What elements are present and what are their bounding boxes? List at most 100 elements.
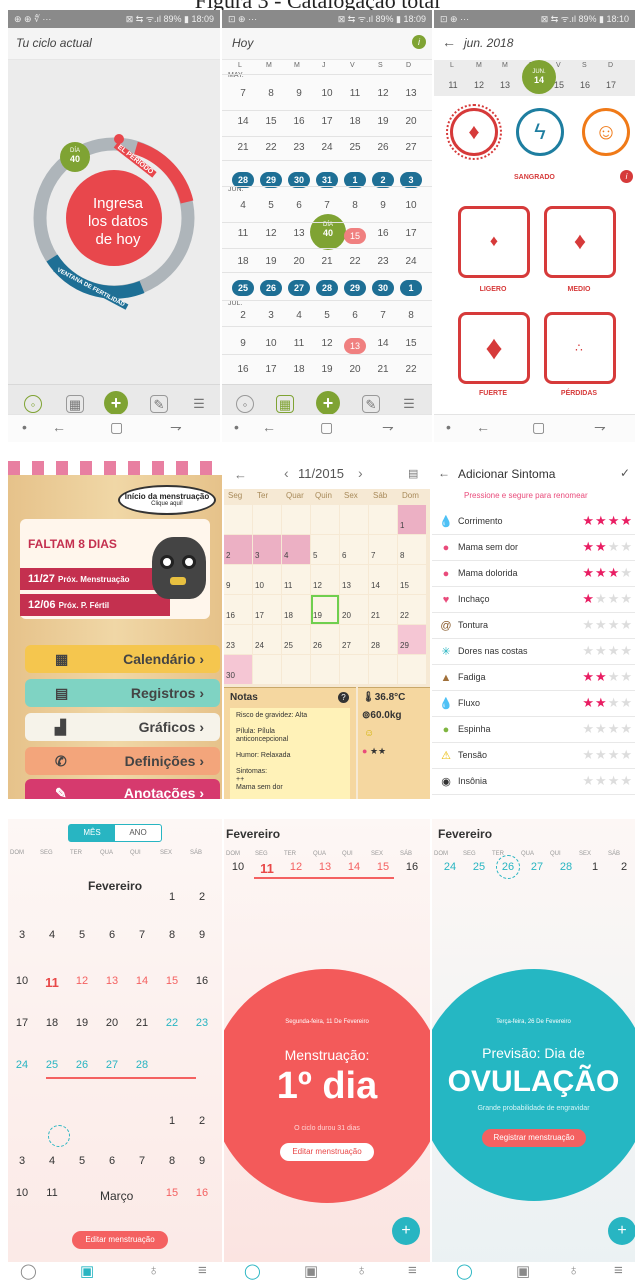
calendar-day[interactable]: 8 xyxy=(400,310,422,321)
calendar-tab-icon[interactable]: ▣ xyxy=(304,1262,318,1280)
calendar-day[interactable]: 16 xyxy=(232,364,254,375)
calendar-day[interactable]: 25 xyxy=(42,1059,62,1071)
calendar-day[interactable]: 14 xyxy=(232,116,254,127)
calendar-day[interactable]: 28 xyxy=(132,1059,152,1071)
fertile-day[interactable]: 26 xyxy=(260,280,282,296)
calendar-day[interactable]: 25 xyxy=(344,142,366,153)
star-icon[interactable]: ★ xyxy=(582,747,595,762)
week-day[interactable]: 12 xyxy=(286,861,306,873)
calendar-day[interactable]: 16 xyxy=(192,975,212,987)
calendar-day[interactable]: 21 xyxy=(132,1017,152,1029)
symptom-row[interactable]: 💧 Corrimento ★★★★ xyxy=(432,509,635,535)
month-cell[interactable]: 2 xyxy=(224,535,252,564)
calendar-day[interactable]: 17 xyxy=(400,228,422,239)
star-icon[interactable]: ★ xyxy=(595,773,608,788)
week-day[interactable]: 13 xyxy=(494,80,516,90)
calendar-day[interactable]: 11 xyxy=(42,975,62,990)
calendar-day[interactable]: 10 xyxy=(12,975,32,987)
calendar-day[interactable]: 17 xyxy=(260,364,282,375)
calendar-day[interactable]: 20 xyxy=(288,256,310,267)
sheet-icon[interactable]: ▤ xyxy=(408,467,418,480)
calendar-day[interactable]: 16 xyxy=(192,1187,212,1199)
calendar-day[interactable]: 12 xyxy=(372,88,394,99)
fertile-day[interactable]: 30 xyxy=(372,280,394,296)
symptom-stars[interactable]: ★★★★ xyxy=(582,617,633,633)
period-day[interactable]: 15 xyxy=(344,228,366,244)
symptom-row[interactable]: ▲ Fadiga ★★★★ xyxy=(432,665,635,691)
calendar-day[interactable]: 18 xyxy=(42,1017,62,1029)
star-icon[interactable]: ★ xyxy=(620,695,633,710)
calendar-day[interactable]: 9 xyxy=(288,88,310,99)
fab-add-button[interactable]: + xyxy=(608,1217,635,1245)
star-icon[interactable]: ★ xyxy=(595,565,608,580)
notes-tab-icon[interactable]: ✎ xyxy=(362,395,380,413)
star-icon[interactable]: ★ xyxy=(582,721,595,736)
calendar-tab-icon[interactable]: ▣ xyxy=(80,1262,94,1280)
month-tab[interactable]: MÊS xyxy=(69,825,115,841)
week-day[interactable]: 13 xyxy=(315,861,335,873)
symptom-row[interactable]: ♥ Inchaço ★★★★ xyxy=(432,587,635,613)
week-day[interactable]: 15 xyxy=(373,861,393,873)
calendar-day[interactable]: 27 xyxy=(400,142,422,153)
month-cell[interactable]: 12 xyxy=(311,565,339,594)
calendar-day[interactable]: 2 xyxy=(232,310,254,321)
nav-dot-icon[interactable]: • xyxy=(22,419,27,435)
month-cell[interactable] xyxy=(253,505,281,534)
calendar-day[interactable]: 6 xyxy=(102,929,122,941)
star-icon[interactable]: ★ xyxy=(582,513,595,528)
week-day[interactable]: 17 xyxy=(600,80,622,90)
star-icon[interactable]: ★ xyxy=(582,695,595,710)
location-tab-icon[interactable]: ♁ xyxy=(568,1262,579,1279)
cycle-tab-icon[interactable]: ◯ xyxy=(244,1262,261,1280)
cycle-tab-icon[interactable]: ◦ xyxy=(236,395,254,413)
calendar-day[interactable]: 19 xyxy=(316,364,338,375)
calendar-day[interactable]: 12 xyxy=(260,228,282,239)
month-cell[interactable] xyxy=(369,505,397,534)
calendar-day[interactable]: 14 xyxy=(132,975,152,987)
calendar-day[interactable]: 6 xyxy=(288,200,310,211)
cycle-tab-icon[interactable]: ◯ xyxy=(456,1262,473,1280)
symptom-stars[interactable]: ★★★★ xyxy=(582,539,633,555)
nav-dot-icon[interactable]: • xyxy=(234,419,239,435)
star-icon[interactable]: ★ xyxy=(608,643,621,658)
star-icon[interactable]: ★ xyxy=(608,695,621,710)
settings-tab-icon[interactable]: ☰ xyxy=(400,395,418,413)
next-month-icon[interactable]: › xyxy=(358,465,363,481)
calendar-day[interactable]: 2 xyxy=(192,891,212,903)
calendar-day[interactable]: 7 xyxy=(132,1155,152,1167)
info-red-icon[interactable]: i xyxy=(620,170,633,183)
month-cell[interactable]: 13 xyxy=(340,565,368,594)
check-icon[interactable]: ✓ xyxy=(620,466,630,480)
calendar-day[interactable]: 6 xyxy=(344,310,366,321)
calendar-day[interactable]: 15 xyxy=(400,338,422,349)
calendar-day[interactable]: 10 xyxy=(260,338,282,349)
week-day[interactable]: 14 xyxy=(344,861,364,873)
month-cell[interactable]: 14 xyxy=(369,565,397,594)
calendar-day[interactable]: 6 xyxy=(102,1155,122,1167)
calendar-day[interactable]: 10 xyxy=(12,1187,32,1199)
home-icon[interactable]: ▢ xyxy=(320,419,333,436)
menstruation-start-bubble[interactable]: Início da menstruação Clique aqui! xyxy=(118,485,216,515)
notes-menu-button[interactable]: ✎ Anotações › xyxy=(25,779,220,799)
month-cell[interactable]: 28 xyxy=(369,625,397,654)
spotting-card[interactable]: ∴ xyxy=(544,312,616,384)
calendar-day[interactable]: 19 xyxy=(260,256,282,267)
month-cell[interactable]: 9 xyxy=(224,565,252,594)
mood-symptom-icon[interactable]: ☺ xyxy=(582,108,630,156)
month-cell[interactable]: 16 xyxy=(224,595,252,624)
calendar-day[interactable]: 7 xyxy=(132,929,152,941)
calendar-day[interactable]: 18 xyxy=(288,364,310,375)
symptom-row[interactable]: ⚠ Tensão ★★★★ xyxy=(432,743,635,769)
calendar-tab-icon[interactable]: ▦ xyxy=(66,395,84,413)
calendar-day[interactable]: 20 xyxy=(344,364,366,375)
calendar-day[interactable]: 8 xyxy=(260,88,282,99)
star-icon[interactable]: ★ xyxy=(582,669,595,684)
calendar-day[interactable]: 12 xyxy=(316,338,338,349)
prev-month-icon[interactable]: ‹ xyxy=(284,465,289,481)
light-flow-card[interactable]: ♦ xyxy=(458,206,530,278)
cycle-tab-icon[interactable]: ◯ xyxy=(20,1262,37,1280)
star-icon[interactable]: ★ xyxy=(608,617,621,632)
pain-symptom-icon[interactable]: ϟ xyxy=(516,108,564,156)
year-tab[interactable]: ANO xyxy=(115,825,161,841)
calendar-day[interactable]: 18 xyxy=(232,256,254,267)
